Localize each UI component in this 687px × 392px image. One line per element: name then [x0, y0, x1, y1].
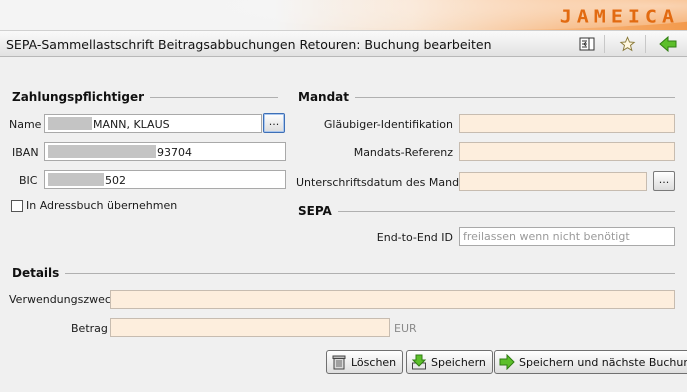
amount-field[interactable]	[110, 318, 390, 337]
jameica-logo: JAMEICA	[559, 5, 679, 27]
panel-toggle-button[interactable]	[577, 34, 597, 54]
mandate-reference-label: Mandats-Referenz	[353, 146, 453, 159]
forward-arrow-icon	[499, 354, 515, 370]
app-banner: JAMEICA	[0, 0, 687, 30]
name-browse-button[interactable]: ...	[263, 113, 285, 133]
date-picker-button[interactable]: ...	[653, 171, 675, 191]
currency-label: EUR	[394, 322, 417, 335]
bic-field[interactable]: 502	[44, 170, 286, 189]
details-section-heading: Details	[12, 266, 675, 280]
iban-field[interactable]: 93704	[44, 142, 286, 161]
creditor-id-label: Gläubiger-Identifikation	[323, 118, 453, 131]
e2e-id-field[interactable]: freilassen wenn nicht benötigt	[459, 227, 675, 246]
addressbook-label: In Adressbuch übernehmen	[26, 199, 178, 212]
bic-label: BIC	[19, 174, 38, 187]
mandate-section-heading: Mandat	[298, 90, 675, 104]
payer-section-heading: Zahlungspflichtiger	[12, 90, 278, 104]
creditor-id-field[interactable]	[459, 114, 675, 133]
back-button[interactable]	[658, 34, 678, 54]
e2e-id-label: End-to-End ID	[376, 231, 453, 244]
purpose-field[interactable]	[110, 290, 675, 309]
amount-label: Betrag	[71, 322, 108, 335]
signature-date-label: Unterschriftsdatum des Mandats	[296, 176, 476, 189]
addressbook-checkbox[interactable]	[11, 200, 23, 212]
iban-label: IBAN	[12, 146, 39, 159]
purpose-label: Verwendungszweck	[9, 293, 118, 306]
redacted-text	[48, 173, 104, 186]
view-titlebar: SEPA-Sammellastschrift Beitragsabbuchung…	[0, 30, 687, 57]
name-field[interactable]: MANN, KLAUS	[44, 114, 262, 133]
back-arrow-icon	[659, 36, 677, 52]
toolbar-separator	[604, 35, 605, 53]
page-title: SEPA-Sammellastschrift Beitragsabbuchung…	[6, 37, 492, 52]
toolbar-separator	[645, 35, 646, 53]
name-label: Name	[9, 118, 42, 131]
save-button[interactable]: Speichern	[406, 350, 493, 374]
panel-toggle-icon	[579, 37, 595, 51]
star-icon	[619, 36, 635, 52]
redacted-text	[48, 145, 156, 158]
mandate-reference-field[interactable]	[459, 142, 675, 161]
save-download-icon	[411, 354, 427, 370]
sepa-section-heading: SEPA	[298, 204, 675, 218]
save-and-next-button[interactable]: Speichern und nächste Buchung	[494, 350, 687, 374]
redacted-text	[48, 117, 92, 130]
delete-button[interactable]: Löschen	[326, 350, 404, 374]
trash-icon	[332, 355, 346, 370]
signature-date-field[interactable]	[459, 172, 647, 191]
bookmark-button[interactable]	[617, 34, 637, 54]
